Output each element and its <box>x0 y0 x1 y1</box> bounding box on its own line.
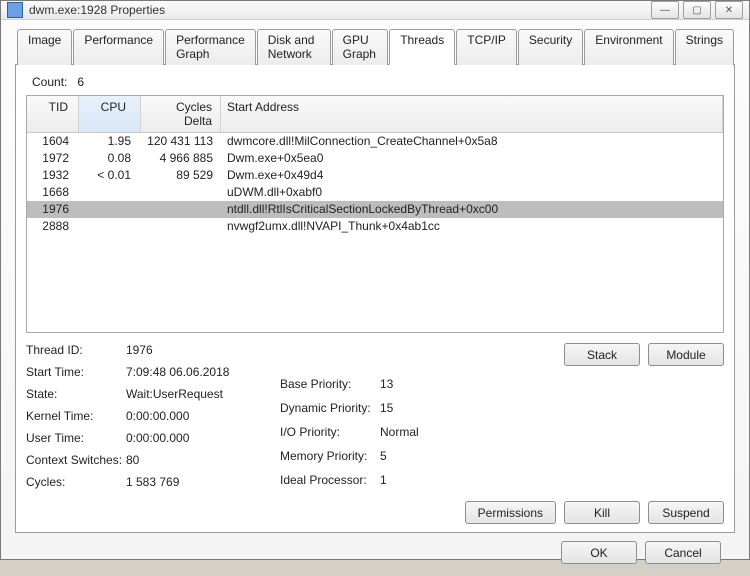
cell-tid: 2888 <box>27 218 79 235</box>
kernel-time-value: 0:00:00.000 <box>126 409 256 423</box>
cycles-value: 1 583 769 <box>126 475 256 489</box>
count-row: Count: 6 <box>32 75 724 89</box>
start-time-value: 7:09:48 06.06.2018 <box>126 365 256 379</box>
cell-address: uDWM.dll+0xabf0 <box>221 184 723 201</box>
table-row[interactable]: 1976 ntdll.dll!RtlIsCriticalSectionLocked… <box>27 201 723 218</box>
cancel-button[interactable]: Cancel <box>645 541 721 564</box>
details-right: Base Priority: 13 Dynamic Priority: 15 I… <box>280 377 440 489</box>
cell-tid: 1668 <box>27 184 79 201</box>
content-area: ImagePerformancePerformance GraphDisk an… <box>1 20 749 576</box>
thread-details: Thread ID: 1976 Start Time: 7:09:48 06.0… <box>26 343 724 489</box>
tab-disk-and-network[interactable]: Disk and Network <box>257 29 331 65</box>
titlebar[interactable]: dwm.exe:1928 Properties — ▢ ✕ <box>1 1 749 20</box>
maximize-button[interactable]: ▢ <box>683 1 711 19</box>
table-row[interactable]: 1932< 0.0189 529Dwm.exe+0x49d4 <box>27 167 723 184</box>
io-pri-value: Normal <box>380 425 440 441</box>
cell-cpu <box>79 218 141 235</box>
ok-button[interactable]: OK <box>561 541 637 564</box>
cell-cycles <box>141 184 221 201</box>
cell-cpu <box>79 201 141 218</box>
table-row[interactable]: 2888 nvwgf2umx.dll!NVAPI_Thunk+0x4ab1cc <box>27 218 723 235</box>
tab-performance-graph[interactable]: Performance Graph <box>165 29 256 65</box>
cell-address: nvwgf2umx.dll!NVAPI_Thunk+0x4ab1cc <box>221 218 723 235</box>
cell-cpu: 0.08 <box>79 150 141 167</box>
window-buttons: — ▢ ✕ <box>651 1 743 19</box>
table-row[interactable]: 16041.95120 431 113dwmcore.dll!MilConnec… <box>27 133 723 150</box>
thread-list[interactable]: TID CPU Cycles Delta Start Address 16041… <box>26 95 724 333</box>
dyn-pri-value: 15 <box>380 401 440 417</box>
start-time-label: Start Time: <box>26 365 126 379</box>
col-cycles[interactable]: Cycles Delta <box>141 96 221 132</box>
tab-gpu-graph[interactable]: GPU Graph <box>332 29 389 65</box>
app-icon <box>7 2 23 18</box>
threads-panel: Count: 6 TID CPU Cycles Delta Start Addr… <box>15 64 735 533</box>
module-button[interactable]: Module <box>648 343 724 366</box>
side-buttons: Stack Module <box>564 343 724 489</box>
dyn-pri-label: Dynamic Priority: <box>280 401 380 417</box>
ideal-label: Ideal Processor: <box>280 473 380 489</box>
cell-address: dwmcore.dll!MilConnection_CreateChannel+… <box>221 133 723 150</box>
tab-strings[interactable]: Strings <box>675 29 734 65</box>
permissions-button[interactable]: Permissions <box>465 501 556 524</box>
table-row[interactable]: 1668 uDWM.dll+0xabf0 <box>27 184 723 201</box>
mem-pri-label: Memory Priority: <box>280 449 380 465</box>
cell-cpu: 1.95 <box>79 133 141 150</box>
cell-tid: 1972 <box>27 150 79 167</box>
cell-cycles <box>141 201 221 218</box>
tab-performance[interactable]: Performance <box>73 29 164 65</box>
tab-bar: ImagePerformancePerformance GraphDisk an… <box>17 28 735 64</box>
kernel-time-label: Kernel Time: <box>26 409 126 423</box>
action-buttons: Permissions Kill Suspend <box>26 501 724 524</box>
col-address[interactable]: Start Address <box>221 96 723 132</box>
user-time-value: 0:00:00.000 <box>126 431 256 445</box>
window-title: dwm.exe:1928 Properties <box>29 3 645 17</box>
table-row[interactable]: 19720.084 966 885Dwm.exe+0x5ea0 <box>27 150 723 167</box>
ctx-switches-label: Context Switches: <box>26 453 126 467</box>
properties-window: dwm.exe:1928 Properties — ▢ ✕ ImagePerfo… <box>0 0 750 560</box>
cell-tid: 1604 <box>27 133 79 150</box>
ideal-value: 1 <box>380 473 440 489</box>
cell-cycles <box>141 218 221 235</box>
tab-image[interactable]: Image <box>17 29 72 65</box>
dialog-buttons: OK Cancel <box>15 533 735 564</box>
stack-button[interactable]: Stack <box>564 343 640 366</box>
cell-tid: 1976 <box>27 201 79 218</box>
cell-cycles: 4 966 885 <box>141 150 221 167</box>
cell-address: Dwm.exe+0x5ea0 <box>221 150 723 167</box>
user-time-label: User Time: <box>26 431 126 445</box>
minimize-button[interactable]: — <box>651 1 679 19</box>
cell-cycles: 89 529 <box>141 167 221 184</box>
col-tid[interactable]: TID <box>27 96 79 132</box>
state-value: Wait:UserRequest <box>126 387 256 401</box>
tab-environment[interactable]: Environment <box>584 29 673 65</box>
tab-threads[interactable]: Threads <box>389 29 455 65</box>
list-header: TID CPU Cycles Delta Start Address <box>27 96 723 133</box>
suspend-button[interactable]: Suspend <box>648 501 724 524</box>
tab-tcp/ip[interactable]: TCP/IP <box>456 29 517 65</box>
tab-security[interactable]: Security <box>518 29 583 65</box>
kill-button[interactable]: Kill <box>564 501 640 524</box>
thread-id-value: 1976 <box>126 343 256 357</box>
count-value: 6 <box>77 75 84 89</box>
ctx-switches-value: 80 <box>126 453 256 467</box>
mem-pri-value: 5 <box>380 449 440 465</box>
cell-tid: 1932 <box>27 167 79 184</box>
cycles-label: Cycles: <box>26 475 126 489</box>
close-button[interactable]: ✕ <box>715 1 743 19</box>
thread-id-label: Thread ID: <box>26 343 126 357</box>
base-pri-label: Base Priority: <box>280 377 380 393</box>
base-pri-value: 13 <box>380 377 440 393</box>
cell-cpu: < 0.01 <box>79 167 141 184</box>
details-left: Thread ID: 1976 Start Time: 7:09:48 06.0… <box>26 343 256 489</box>
cell-cycles: 120 431 113 <box>141 133 221 150</box>
state-label: State: <box>26 387 126 401</box>
io-pri-label: I/O Priority: <box>280 425 380 441</box>
count-label: Count: <box>32 75 67 89</box>
cell-address: Dwm.exe+0x49d4 <box>221 167 723 184</box>
col-cpu[interactable]: CPU <box>79 96 141 132</box>
cell-address: ntdll.dll!RtlIsCriticalSectionLockedByTh… <box>221 201 723 218</box>
cell-cpu <box>79 184 141 201</box>
list-rows: 16041.95120 431 113dwmcore.dll!MilConnec… <box>27 133 723 235</box>
